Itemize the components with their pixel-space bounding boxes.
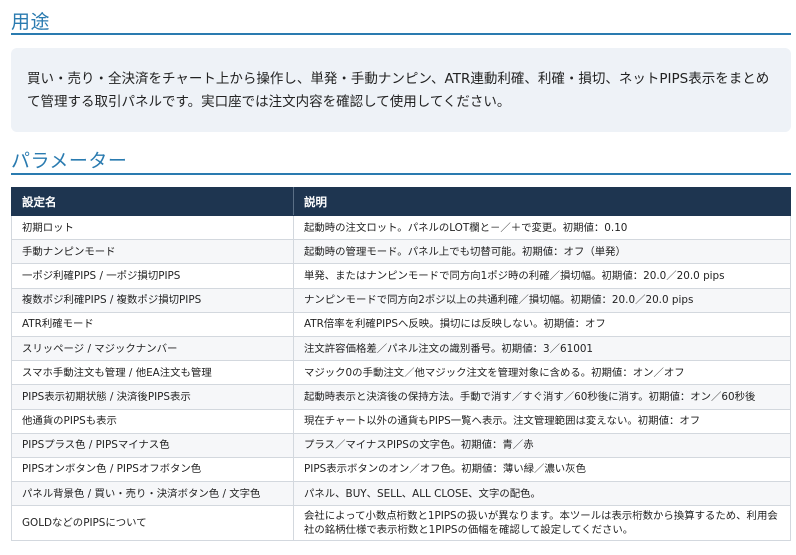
setting-name-cell: パネル背景色 / 買い・売り・決済ボタン色 / 文字色 <box>11 481 294 507</box>
table-row: 一ポジ利確PIPS / 一ポジ損切PIPS 単発、またはナンピンモードで同方向1… <box>11 263 791 289</box>
usage-description-box: 買い・売り・全決済をチャート上から操作し、単発・手動ナンピン、ATR連動利確、利… <box>11 48 791 132</box>
description-cell: 起動時の注文ロット。パネルのLOT欄と－／＋で変更。初期値：0.10 <box>293 214 791 241</box>
setting-name-cell: GOLDなどのPIPSについて <box>11 505 294 542</box>
description-cell: ATR倍率を利確PIPSへ反映。損切には反映しない。初期値：オフ <box>293 311 791 337</box>
description-cell: PIPS表示ボタンのオン／オフ色。初期値：薄い緑／濃い灰色 <box>293 456 791 483</box>
setting-name-cell: PIPSオンボタン色 / PIPSオフボタン色 <box>11 456 294 483</box>
table-row: スマホ手動注文も管理 / 他EA注文も管理 マジック0の手動注文／他マジック注文… <box>11 360 791 386</box>
description-cell: 注文許容価格差／パネル注文の識別番号。初期値：3／61001 <box>293 335 791 362</box>
usage-heading: 用途 <box>11 11 51 33</box>
description-cell: 起動時の管理モード。パネル上でも切替可能。初期値：オフ（単発） <box>293 239 791 265</box>
table-row: スリッページ / マジックナンバー 注文許容価格差／パネル注文の識別番号。初期値… <box>11 335 791 362</box>
description-cell: 単発、またはナンピンモードで同方向1ポジ時の利確／損切幅。初期値：20.0／20… <box>293 263 791 289</box>
setting-name-cell: PIPS表示初期状態 / 決済後PIPS表示 <box>11 384 294 410</box>
description-cell: ナンピンモードで同方向2ポジ以上の共通利確／損切幅。初期値：20.0／20.0 … <box>293 287 791 313</box>
setting-name-cell: ATR利確モード <box>11 311 294 337</box>
description-cell: 会社によって小数点桁数と1PIPSの扱いが異なります。本ツールは表示桁数から換算… <box>293 505 791 542</box>
table-row: PIPS表示初期状態 / 決済後PIPS表示 起動時表示と決済後の保持方法。手動… <box>11 384 791 410</box>
description-cell: 起動時表示と決済後の保持方法。手動で消す／すぐ消す／60秒後に消す。初期値：オン… <box>293 384 791 410</box>
table-row: PIPSプラス色 / PIPSマイナス色 プラス／マイナスPIPSの文字色。初期… <box>11 432 791 458</box>
table-row: 他通貨のPIPSも表示 現在チャート以外の通貨もPIPS一覧へ表示。注文管理範囲… <box>11 408 791 434</box>
parameters-table: 設定名 説明 初期ロット 起動時の注文ロット。パネルのLOT欄と－／＋で変更。初… <box>11 187 791 542</box>
header-description: 説明 <box>293 187 791 216</box>
setting-name-cell: スリッページ / マジックナンバー <box>11 335 294 362</box>
setting-name-cell: 複数ポジ利確PIPS / 複数ポジ損切PIPS <box>11 287 294 313</box>
table-row: ATR利確モード ATR倍率を利確PIPSへ反映。損切には反映しない。初期値：オ… <box>11 311 791 337</box>
table-row: PIPSオンボタン色 / PIPSオフボタン色 PIPS表示ボタンのオン／オフ色… <box>11 456 791 483</box>
setting-name-cell: 他通貨のPIPSも表示 <box>11 408 294 434</box>
description-cell: プラス／マイナスPIPSの文字色。初期値：青／赤 <box>293 432 791 458</box>
usage-heading-rule <box>11 33 791 35</box>
table-row: 初期ロット 起動時の注文ロット。パネルのLOT欄と－／＋で変更。初期値：0.10 <box>11 214 791 241</box>
setting-name-cell: スマホ手動注文も管理 / 他EA注文も管理 <box>11 360 294 386</box>
description-cell: 現在チャート以外の通貨もPIPS一覧へ表示。注文管理範囲は変えない。初期値：オフ <box>293 408 791 434</box>
setting-name-cell: PIPSプラス色 / PIPSマイナス色 <box>11 432 294 458</box>
parameters-heading-rule <box>11 173 791 175</box>
description-cell: パネル、BUY、SELL、ALL CLOSE、文字の配色。 <box>293 481 791 507</box>
table-row: パネル背景色 / 買い・売り・決済ボタン色 / 文字色 パネル、BUY、SELL… <box>11 481 791 507</box>
setting-name-cell: 一ポジ利確PIPS / 一ポジ損切PIPS <box>11 263 294 289</box>
table-header-row: 設定名 説明 <box>11 187 791 216</box>
setting-name-cell: 手動ナンピンモード <box>11 239 294 265</box>
header-setting-name: 設定名 <box>11 187 294 216</box>
setting-name-cell: 初期ロット <box>11 214 294 241</box>
table-row: 複数ポジ利確PIPS / 複数ポジ損切PIPS ナンピンモードで同方向2ポジ以上… <box>11 287 791 313</box>
description-cell: マジック0の手動注文／他マジック注文を管理対象に含める。初期値：オン／オフ <box>293 360 791 386</box>
table-row: 手動ナンピンモード 起動時の管理モード。パネル上でも切替可能。初期値：オフ（単発… <box>11 239 791 265</box>
parameters-heading: パラメーター <box>11 150 128 172</box>
table-row: GOLDなどのPIPSについて 会社によって小数点桁数と1PIPSの扱いが異なり… <box>11 505 791 542</box>
usage-description-text: 買い・売り・全決済をチャート上から操作し、単発・手動ナンピン、ATR連動利確、利… <box>27 71 770 110</box>
